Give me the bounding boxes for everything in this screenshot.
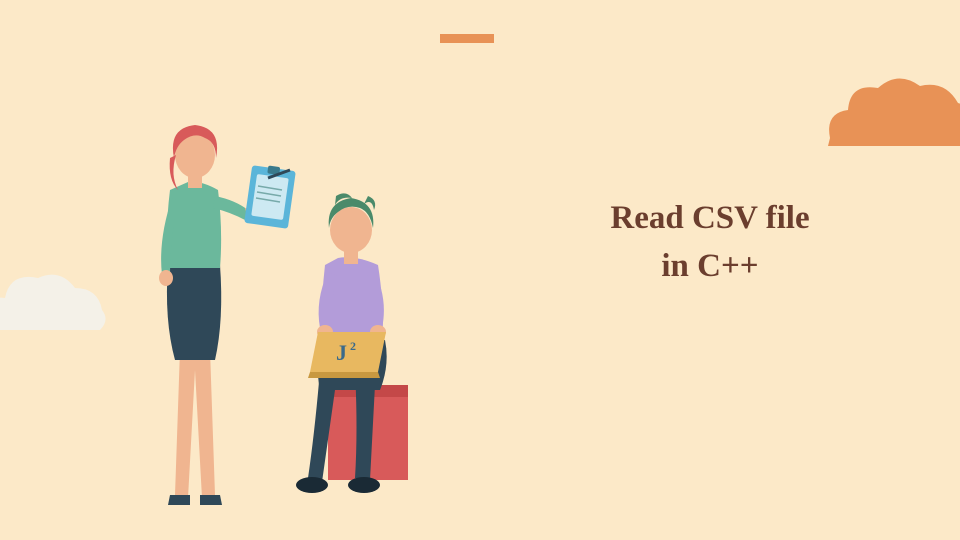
- page-title: Read CSV file in C++: [530, 195, 890, 291]
- cloud-right-decoration: [820, 58, 960, 158]
- people-illustration: J 2: [120, 100, 440, 510]
- cloud-left-decoration: [0, 250, 110, 345]
- accent-bar: [440, 34, 494, 43]
- title-line-2: in C++: [661, 248, 758, 284]
- title-line-1: Read CSV file: [610, 200, 809, 236]
- laptop-logo-letter: J: [336, 340, 347, 365]
- laptop-logo-superscript: 2: [350, 339, 356, 353]
